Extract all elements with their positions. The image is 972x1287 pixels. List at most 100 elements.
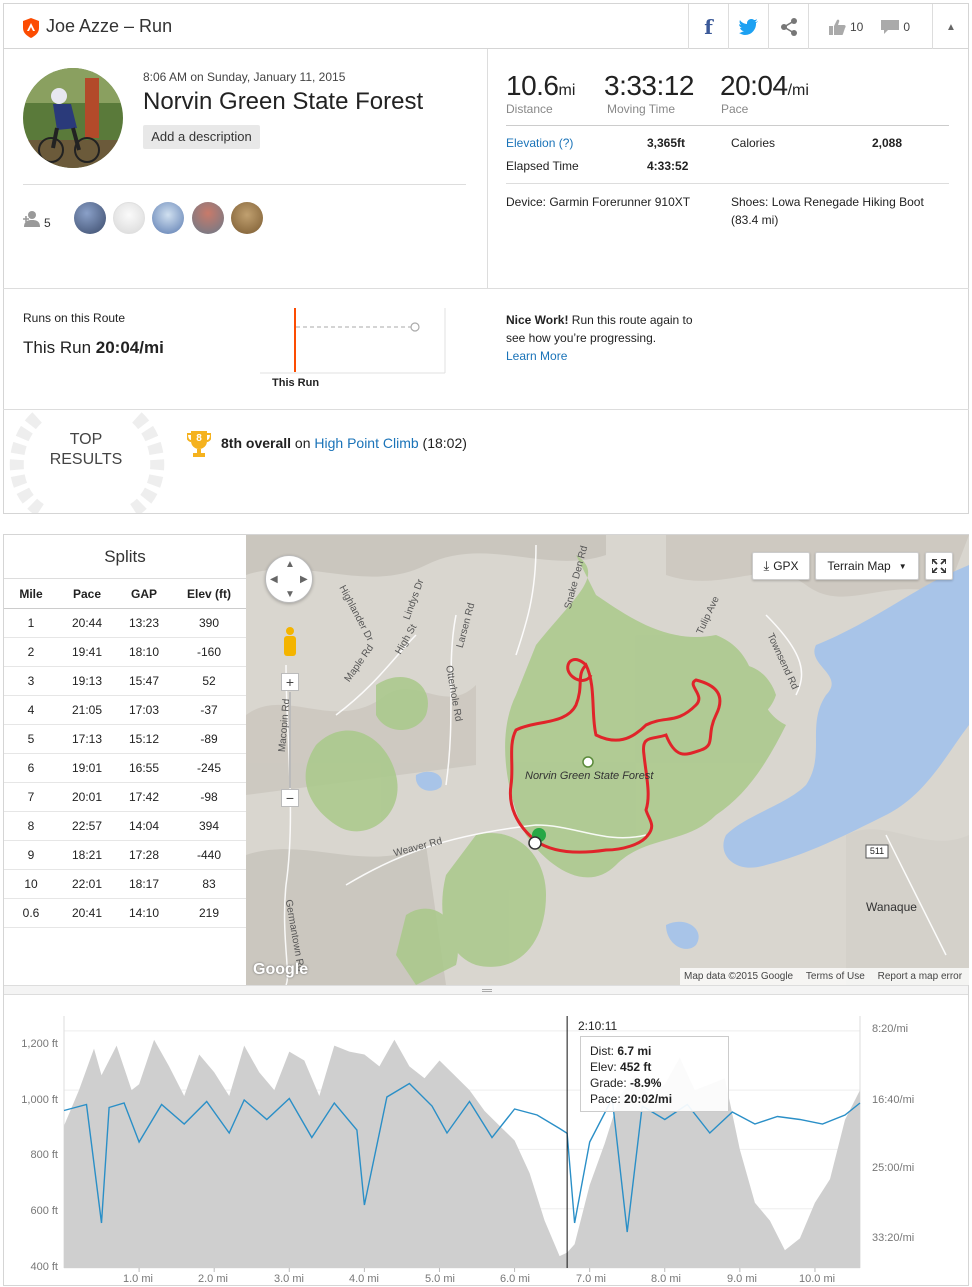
split-elev: 219 [172,898,246,928]
arrow-right-icon[interactable]: ▶ [300,574,308,585]
street-view-pegman[interactable] [281,627,299,659]
table-row[interactable]: 0.6 20:41 14:10 219 [4,898,246,928]
table-row[interactable]: 6 19:01 16:55 -245 [4,753,246,783]
terms-link[interactable]: Terms of Use [806,971,865,982]
route-heading: Runs on this Route [23,311,126,325]
table-row[interactable]: 9 18:21 17:28 -440 [4,840,246,870]
split-pace: 19:01 [58,753,116,783]
map-type-select[interactable]: Terrain Map ▼ [815,552,919,580]
table-row[interactable]: 5 17:13 15:12 -89 [4,724,246,754]
tooltip-dist: Dist: 6.7 mi [590,1043,719,1059]
split-elev: 394 [172,811,246,841]
zoom-slider[interactable] [289,692,291,788]
tooltip-grade: Grade: -8.9% [590,1075,719,1091]
split-gap: 15:12 [116,724,172,754]
forest-label: Norvin Green State Forest [525,770,654,782]
gpx-download-button[interactable]: ⤓ GPX [752,552,810,580]
arrow-down-icon[interactable]: ▼ [285,589,295,600]
tooltip-dist-value: 6.7 mi [617,1044,652,1058]
pegman-body [284,636,296,656]
calories-value: 2,088 [872,136,903,150]
download-icon: ⤓ [763,558,770,573]
kudos-button[interactable]: 10 0 [808,4,932,50]
splits-col-header: Mile [4,578,58,609]
table-row[interactable]: 4 21:05 17:03 -37 [4,695,246,725]
split-gap: 13:23 [116,608,172,638]
elevation-help-link[interactable]: Elevation (?) [506,136,573,150]
group-athlete-avatar[interactable] [192,202,224,234]
splits-col-header: Pace [58,578,116,609]
resize-handle[interactable] [4,985,968,995]
split-gap: 17:03 [116,695,172,725]
split-elev: -89 [172,724,246,754]
distance-stat: 10.6mi [506,70,575,102]
splits-col-header: GAP [116,578,172,609]
arrow-left-icon[interactable]: ◀ [270,574,278,585]
zoom-in-button[interactable]: + [281,673,299,691]
collapse-button[interactable]: ▲ [932,4,969,50]
table-row[interactable]: 3 19:13 15:47 52 [4,666,246,696]
group-athlete-avatar[interactable] [152,202,184,234]
table-row[interactable]: 10 22:01 18:17 83 [4,869,246,899]
fullscreen-button[interactable] [925,552,953,580]
add-description-button[interactable]: Add a description [143,125,260,149]
top-results-line2: RESULTS [49,451,123,468]
finish-marker[interactable] [528,836,542,850]
nice-work-bold: Nice Work! [506,313,569,327]
x-tick: 10.0 mi [799,1273,836,1285]
split-mile: 7 [4,782,58,812]
caret-down-icon: ▼ [898,561,907,571]
table-row[interactable]: 1 20:44 13:23 390 [4,608,246,638]
top-result-rank: 8th overall [221,435,292,451]
group-athlete-avatar[interactable] [113,202,145,234]
park-marker [582,756,594,768]
route-comparison-chart[interactable] [260,300,460,378]
google-logo: Google [253,961,309,978]
split-gap: 18:10 [116,637,172,667]
split-gap: 14:10 [116,898,172,928]
map-pan-control[interactable]: ▲ ▼ ◀ ▶ [265,555,313,603]
x-tick: 8.0 mi [651,1273,681,1285]
split-pace: 22:01 [58,869,116,899]
split-pace: 21:05 [58,695,116,725]
shoes-info: Shoes: Lowa Renegade Hiking Boot [731,195,924,209]
table-row[interactable]: 8 22:57 14:04 394 [4,811,246,841]
tooltip-elev: Elev: 452 ft [590,1059,719,1075]
learn-more-link[interactable]: Learn More [506,349,567,363]
elapsed-time-value: 4:33:52 [647,159,689,173]
split-pace: 17:13 [58,724,116,754]
y-right-tick: 16:40/mi [872,1094,915,1106]
split-mile: 6 [4,753,58,783]
group-athlete-avatar[interactable] [231,202,263,234]
moving-time-label: Moving Time [607,102,676,116]
segment-link[interactable]: High Point Climb [314,435,418,451]
distance-value: 10.6 [506,70,559,101]
top-results-line1: TOP [69,431,103,448]
athlete-avatar[interactable] [23,68,123,168]
split-gap: 16:55 [116,753,172,783]
divider [506,183,949,184]
comment-icon [881,19,900,34]
split-gap: 15:47 [116,666,172,696]
elevation-pace-chart[interactable] [0,996,972,1287]
activity-type-icon [23,18,39,38]
route-chart-label: This Run [272,377,320,389]
route-shield-label: 511 [869,846,885,856]
table-row[interactable]: 7 20:01 17:42 -98 [4,782,246,812]
report-error-link[interactable]: Report a map error [878,971,962,982]
group-athlete-avatar[interactable] [74,202,106,234]
pace-value: 20:04 [720,70,788,101]
y-right-tick: 33:20/mi [872,1232,915,1244]
y-left-tick: 1,000 ft [21,1094,58,1106]
arrow-up-icon[interactable]: ▲ [285,559,295,570]
gpx-label: GPX [773,559,799,573]
twitter-share-button[interactable] [728,4,768,50]
table-row[interactable]: 2 19:41 18:10 -160 [4,637,246,667]
share-button[interactable] [768,4,808,50]
facebook-share-button[interactable]: f [688,4,728,50]
split-elev: 390 [172,608,246,638]
zoom-out-button[interactable]: − [281,789,299,807]
group-athlete-count: 5 [44,216,51,230]
x-tick: 4.0 mi [349,1273,379,1285]
cursor-time: 2:10:11 [578,1019,618,1033]
